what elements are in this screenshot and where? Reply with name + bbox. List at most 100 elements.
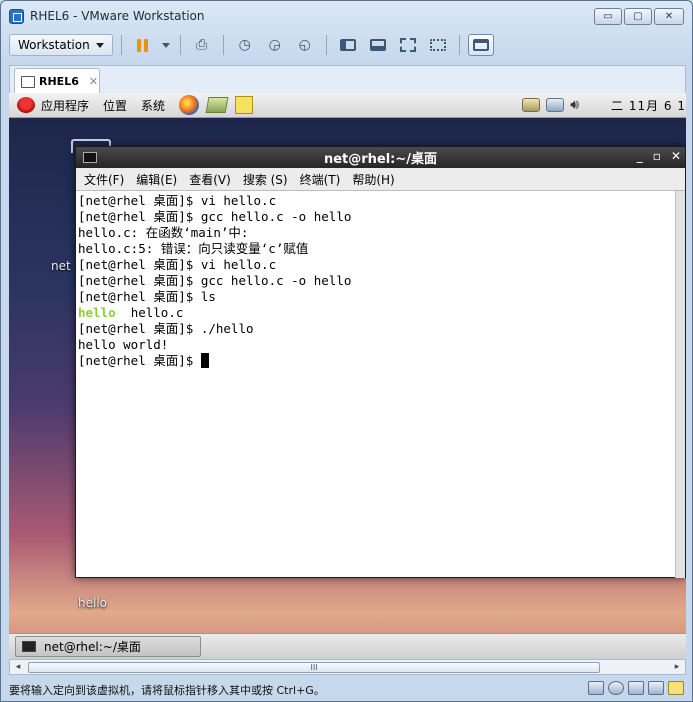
horizontal-scrollbar[interactable]: ◂ III ▸: [9, 659, 686, 675]
send-ctrl-alt-del-icon: ⎙: [196, 37, 208, 53]
window-controls: ▭ ▢ ✕: [594, 8, 684, 25]
volume-icon[interactable]: 🔊︎: [570, 97, 579, 113]
snapshot-take-icon: ◷: [238, 37, 251, 53]
status-text: 要将输入定向到该虚拟机，请将鼠标指针移入其中或按 Ctrl+G。: [9, 684, 325, 697]
device-status-icons: [588, 681, 684, 695]
terminal-close-icon[interactable]: ✕: [671, 149, 681, 163]
terminal-menu-help[interactable]: 帮助(H): [352, 171, 394, 188]
toolbar-divider: [458, 35, 460, 55]
terminal-menu-search[interactable]: 搜索 (S): [243, 171, 288, 188]
vmware-app-icon: [9, 8, 24, 24]
fullscreen-icon: [399, 38, 416, 52]
toolbar-divider: [222, 35, 224, 55]
scroll-right-icon[interactable]: ▸: [669, 662, 685, 672]
tab-label: RHEL6: [39, 75, 79, 88]
toolbar: Workstation ⎙ ◷ ◶ ◵: [9, 31, 686, 59]
terminal-prompt-line: [net@rhel 桌面]$: [78, 353, 674, 369]
window-titlebar[interactable]: RHEL6 - VMware Workstation ▭ ▢ ✕: [1, 1, 692, 31]
terminal-line: [net@rhel 桌面]$ gcc hello.c -o hello: [78, 273, 352, 288]
terminal-menu-file[interactable]: 文件(F): [84, 171, 124, 188]
cd-rom-icon[interactable]: [608, 681, 624, 695]
terminal-line: [net@rhel 桌面]$ ./hello: [78, 321, 254, 336]
terminal-line: [net@rhel 桌面]$ vi hello.c: [78, 257, 277, 272]
terminal-menu-terminal[interactable]: 终端(T): [300, 171, 341, 188]
gnome-top-panel: 应用程序 位置 系统 🔊︎ 二 11月 6 1: [9, 93, 686, 118]
tab-close-icon[interactable]: ✕: [89, 75, 98, 88]
view-thumbnail-button[interactable]: [365, 34, 391, 56]
snapshot-revert-button[interactable]: ◶: [262, 34, 288, 56]
terminal-line-ls: hello hello.c: [78, 305, 674, 321]
maximize-button[interactable]: ▢: [624, 8, 652, 25]
panel-clock[interactable]: 二 11月 6 1: [611, 97, 686, 114]
usb-icon[interactable]: [648, 681, 664, 695]
toolbar-divider: [179, 35, 181, 55]
send-ctrl-alt-del-button[interactable]: ⎙: [189, 34, 215, 56]
minimize-button[interactable]: ▭: [594, 8, 622, 25]
firefox-launcher-icon[interactable]: [179, 95, 200, 115]
terminal-menu-view[interactable]: 查看(V): [189, 171, 231, 188]
toolbar-divider: [120, 35, 122, 55]
menu-system[interactable]: 系统: [141, 97, 165, 114]
terminal-titlebar[interactable]: net@rhel:~/桌面 _ ▫ ✕: [76, 147, 685, 168]
pause-icon: [137, 38, 149, 52]
view-sidebar-button[interactable]: [335, 34, 361, 56]
tab-rhel6[interactable]: RHEL6 ✕: [14, 68, 100, 94]
unity-icon: [429, 39, 446, 51]
workstation-menu-button[interactable]: Workstation: [9, 34, 113, 56]
taskbar-terminal-button[interactable]: net@rhel:~/桌面: [15, 636, 201, 657]
terminal-minimize-icon[interactable]: _: [637, 149, 643, 163]
scroll-left-icon[interactable]: ◂: [10, 662, 26, 672]
terminal-line: hello.c: 在函数‘main’中:: [78, 225, 249, 240]
menu-applications[interactable]: 应用程序: [41, 97, 89, 114]
terminal-maximize-icon[interactable]: ▫: [653, 149, 661, 163]
ls-file: hello.c: [115, 305, 184, 320]
console-view-button[interactable]: [467, 34, 494, 56]
terminal-title: net@rhel:~/桌面: [323, 152, 438, 167]
terminal-icon: [22, 641, 36, 652]
terminal-line: [net@rhel 桌面]$ ls: [78, 289, 216, 304]
mail-launcher-icon[interactable]: [205, 97, 229, 113]
terminal-line: [net@rhel 桌面]$ gcc hello.c -o hello: [78, 209, 352, 224]
redhat-logo-icon: [17, 97, 35, 113]
updates-icon[interactable]: [522, 98, 541, 112]
terminal-prompt: [net@rhel 桌面]$: [78, 353, 201, 368]
menu-places[interactable]: 位置: [103, 97, 127, 114]
pause-button[interactable]: [130, 34, 156, 56]
message-log-icon[interactable]: [668, 681, 684, 695]
toolbar-divider: [325, 35, 327, 55]
snapshot-revert-icon: ◶: [268, 37, 281, 53]
hard-disk-icon[interactable]: [588, 681, 604, 695]
desktop-label-hello[interactable]: hello: [78, 596, 107, 610]
console-view-icon: [472, 39, 489, 51]
unity-button[interactable]: [425, 34, 451, 56]
chevron-down-icon: [95, 42, 104, 48]
terminal-window[interactable]: net@rhel:~/桌面 _ ▫ ✕ 文件(F) 编辑(E) 查看(V) 搜索…: [75, 146, 686, 578]
guest-desktop[interactable]: 应用程序 位置 系统 🔊︎ 二 11月 6 1 net hello net@rh…: [9, 93, 686, 659]
ls-executable: hello: [78, 305, 116, 320]
snapshot-manager-icon: ◵: [298, 37, 311, 53]
desktop-label-net[interactable]: net: [51, 259, 71, 273]
system-tray: 🔊︎ 二 11月 6 1: [522, 93, 686, 117]
chevron-down-icon: [161, 42, 170, 48]
vm-tab-strip: RHEL6 ✕: [9, 65, 686, 94]
vm-icon: [21, 75, 35, 88]
snapshot-manager-button[interactable]: ◵: [292, 34, 318, 56]
terminal-line: hello world!: [78, 337, 169, 352]
snapshot-take-button[interactable]: ◷: [232, 34, 258, 56]
status-bar: 要将输入定向到该虚拟机，请将鼠标指针移入其中或按 Ctrl+G。: [1, 677, 692, 701]
terminal-output[interactable]: [net@rhel 桌面]$ vi hello.c [net@rhel 桌面]$ …: [76, 191, 676, 578]
network-icon[interactable]: [546, 98, 565, 112]
terminal-menu-edit[interactable]: 编辑(E): [136, 171, 177, 188]
vmware-window: RHEL6 - VMware Workstation ▭ ▢ ✕ Worksta…: [0, 0, 693, 702]
network-adapter-icon[interactable]: [628, 681, 644, 695]
terminal-scrollbar[interactable]: [675, 191, 685, 578]
fullscreen-button[interactable]: [395, 34, 421, 56]
scrollbar-thumb[interactable]: III: [28, 661, 600, 673]
view-thumbnail-icon: [369, 39, 386, 51]
terminal-menubar: 文件(F) 编辑(E) 查看(V) 搜索 (S) 终端(T) 帮助(H): [76, 168, 685, 191]
close-button[interactable]: ✕: [654, 8, 684, 25]
view-sidebar-icon: [339, 39, 356, 51]
text-editor-launcher-icon[interactable]: [235, 96, 254, 114]
pause-dropdown-button[interactable]: [160, 34, 172, 56]
terminal-line: [net@rhel 桌面]$ vi hello.c: [78, 193, 277, 208]
